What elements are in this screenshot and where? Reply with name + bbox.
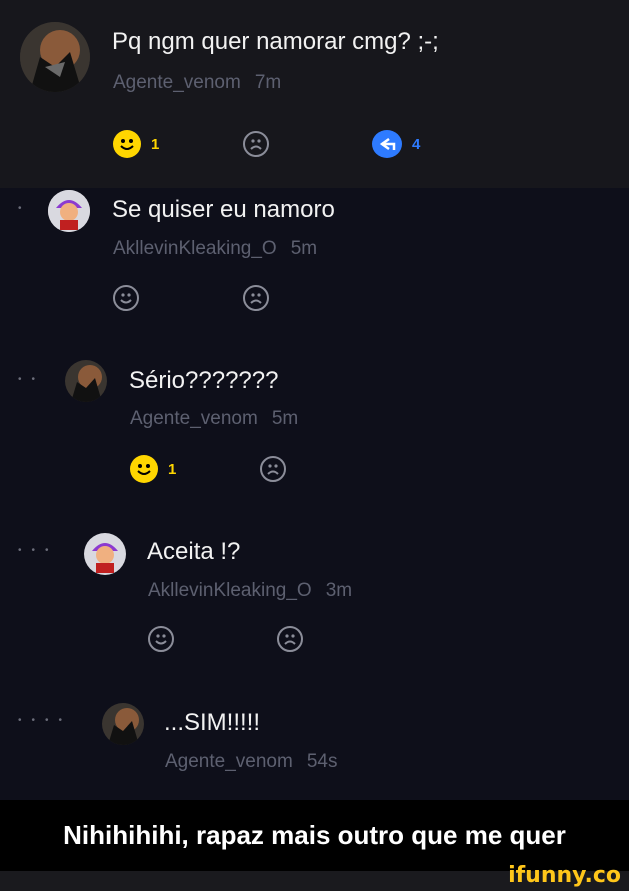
comment-author[interactable]: AkllevinKleaking_O bbox=[113, 238, 277, 259]
avatar[interactable] bbox=[102, 703, 144, 745]
smile-count: 1 bbox=[151, 135, 160, 153]
avatar[interactable] bbox=[48, 190, 90, 232]
comment-text: Pq ngm quer namorar cmg? ;-; bbox=[112, 28, 439, 55]
venom-avatar-image bbox=[102, 703, 144, 745]
comment-meta: AkllevinKleaking_O 3m bbox=[148, 580, 352, 602]
comment-text: Aceita !? bbox=[147, 538, 241, 565]
comment-time: 7m bbox=[254, 72, 282, 93]
meme-caption-band: Nihihihihi, rapaz mais outro que me quer bbox=[0, 800, 629, 871]
comment-top: Pq ngm quer namorar cmg? ;-; Agente_veno… bbox=[0, 0, 629, 188]
frown-icon bbox=[243, 285, 269, 311]
comment-author[interactable]: Agente_venom bbox=[130, 408, 258, 429]
thread-depth-dots: •••• bbox=[18, 715, 73, 726]
comment-author[interactable]: Agente_venom bbox=[165, 751, 293, 772]
comment-author[interactable]: AkllevinKleaking_O bbox=[148, 580, 312, 601]
reply-icon bbox=[372, 130, 402, 158]
smile-icon bbox=[113, 285, 139, 311]
smile-icon bbox=[130, 455, 158, 483]
thread-depth-dots: ••• bbox=[18, 545, 59, 556]
frown-icon bbox=[277, 626, 303, 652]
meme-caption: Nihihihihi, rapaz mais outro que me quer bbox=[63, 820, 566, 850]
reply-button[interactable]: 4 bbox=[372, 130, 420, 158]
comment-time: 5m bbox=[290, 238, 318, 259]
smile-reaction-button[interactable] bbox=[148, 626, 174, 652]
comment-meta: Agente_venom 54s bbox=[165, 751, 337, 773]
comment-time: 54s bbox=[306, 751, 338, 772]
comment-meta: Agente_venom 5m bbox=[130, 408, 298, 430]
comment-author[interactable]: Agente_venom bbox=[113, 72, 241, 93]
thread-depth-dots: • bbox=[18, 203, 32, 214]
smile-reaction-button[interactable]: 1 bbox=[113, 130, 159, 158]
smile-count: 1 bbox=[168, 460, 177, 478]
venom-avatar-image bbox=[65, 360, 107, 402]
mario-avatar-image bbox=[84, 533, 126, 575]
smile-reaction-button[interactable] bbox=[113, 285, 139, 311]
comment-time: 3m bbox=[325, 580, 353, 601]
mario-avatar-image bbox=[48, 190, 90, 232]
frown-icon bbox=[243, 131, 269, 157]
comment-meta: AkllevinKleaking_O 5m bbox=[113, 238, 317, 260]
frown-reaction-button[interactable] bbox=[243, 285, 269, 311]
comment-text: Se quiser eu namoro bbox=[112, 196, 335, 223]
frown-reaction-button[interactable] bbox=[277, 626, 303, 652]
frown-icon bbox=[260, 456, 286, 482]
venom-avatar-image bbox=[20, 22, 90, 92]
comment-meta: Agente_venom 7m bbox=[113, 72, 281, 94]
comment-text: Sério??????? bbox=[129, 367, 279, 394]
reply-count: 4 bbox=[412, 135, 421, 153]
avatar[interactable] bbox=[84, 533, 126, 575]
comment-text: ...SIM!!!!! bbox=[164, 709, 261, 736]
smile-icon bbox=[113, 130, 141, 158]
frown-reaction-button[interactable] bbox=[243, 131, 269, 157]
smile-reaction-button[interactable]: 1 bbox=[130, 455, 176, 483]
avatar[interactable] bbox=[65, 360, 107, 402]
comment-time: 5m bbox=[271, 408, 299, 429]
thread-depth-dots: •• bbox=[18, 374, 46, 385]
ifunny-watermark: ifunny.co bbox=[508, 863, 621, 888]
smile-icon bbox=[148, 626, 174, 652]
avatar[interactable] bbox=[20, 22, 90, 92]
frown-reaction-button[interactable] bbox=[260, 456, 286, 482]
